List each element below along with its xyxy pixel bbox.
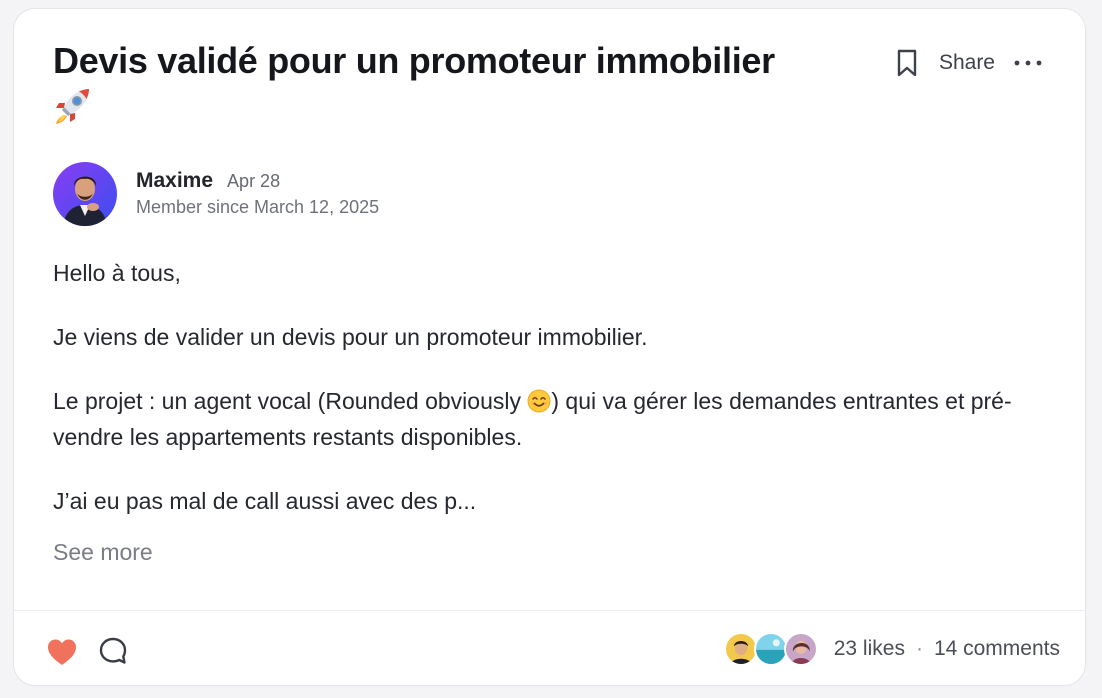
liker-avatar <box>723 632 758 666</box>
bookmark-icon[interactable] <box>893 47 921 79</box>
post-paragraph: Le projet : un agent vocal (Rounded obvi… <box>53 383 1013 455</box>
likes-count[interactable]: 23 likes <box>834 637 905 661</box>
post-title[interactable]: Devis validé pour un promoteur immobilie… <box>53 39 853 125</box>
post-paragraph: J’ai eu pas mal de call aussi avec des p… <box>53 488 477 514</box>
post-body: Hello à tous, Je viens de valider un dev… <box>53 255 1013 547</box>
share-button[interactable]: Share <box>939 51 995 75</box>
rocket-icon <box>56 89 89 124</box>
post-paragraph: Je viens de valider un devis pour un pro… <box>53 324 648 350</box>
author-line: Maxime Apr 28 <box>136 169 379 193</box>
member-since: Member since March 12, 2025 <box>136 197 380 217</box>
liker-avatar <box>783 632 818 666</box>
engagement-summary: 23 likes · 14 comments <box>723 631 1060 667</box>
post-card: Devis validé pour un promoteur immobilie… <box>13 8 1086 686</box>
post-paragraph-text: Le projet : un agent vocal (Rounded obvi… <box>53 388 528 414</box>
post-actions: Share <box>893 47 1043 79</box>
post-date: Apr 28 <box>227 171 281 191</box>
post-footer: 23 likes · 14 comments <box>14 610 1085 685</box>
likers-avatar-stack[interactable] <box>723 632 818 666</box>
see-more-link[interactable]: See more <box>53 539 153 566</box>
author-avatar[interactable] <box>53 162 117 226</box>
post-title-text: Devis validé pour un promoteur immobilie… <box>53 40 775 81</box>
smiling-face-emoji-icon <box>527 389 551 413</box>
post-paragraph: Hello à tous, <box>53 260 181 286</box>
author-block: Maxime Apr 28 Member since March 12, 202… <box>53 162 379 226</box>
heart-icon[interactable] <box>45 636 79 668</box>
author-meta: Maxime Apr 28 Member since March 12, 202… <box>136 162 379 218</box>
comment-bubble-icon[interactable] <box>97 635 129 667</box>
more-options-icon[interactable] <box>1013 48 1043 78</box>
author-name[interactable]: Maxime <box>136 169 213 193</box>
stat-separator: · <box>915 637 923 660</box>
comments-count[interactable]: 14 comments <box>934 637 1060 661</box>
liker-avatar <box>753 632 788 666</box>
